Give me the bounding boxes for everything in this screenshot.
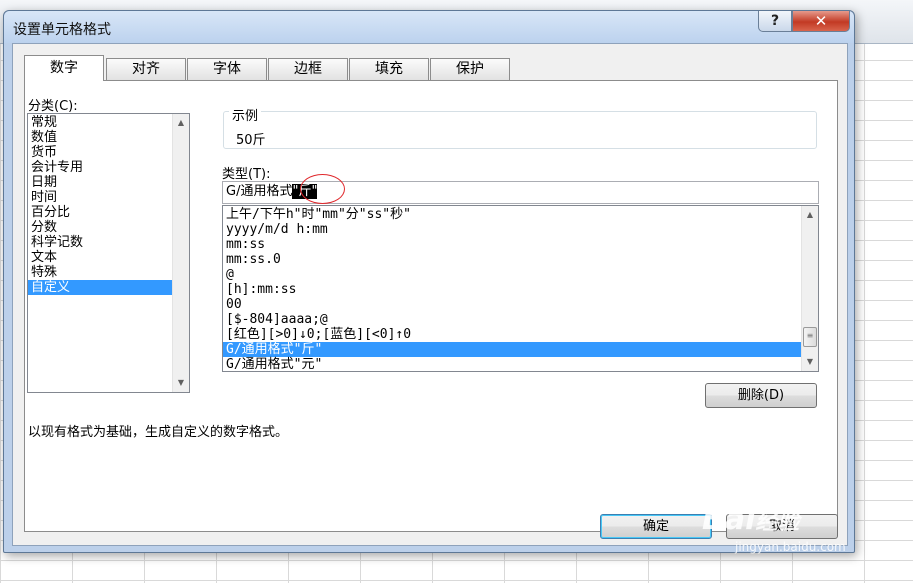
type-item-selected[interactable]: G/通用格式"斤" [223, 342, 801, 357]
category-item[interactable]: 货币 [28, 145, 189, 160]
category-item-selected[interactable]: 自定义 [28, 280, 182, 295]
category-item[interactable]: 文本 [28, 250, 189, 265]
type-item[interactable]: [h]:mm:ss [223, 282, 818, 297]
tab-number[interactable]: 数字 [24, 55, 104, 81]
category-item[interactable]: 特殊 [28, 265, 189, 280]
scroll-down-icon[interactable]: ▼ [802, 354, 818, 370]
type-label: 类型(T): [222, 167, 271, 182]
tab-fill[interactable]: 填充 [349, 58, 429, 80]
type-item[interactable]: G/通用格式"元" [223, 357, 818, 371]
sample-groupbox [223, 111, 817, 149]
category-item[interactable]: 分数 [28, 220, 189, 235]
type-item[interactable]: [$-804]aaaa;@ [223, 312, 818, 327]
description-text: 以现有格式为基础，生成自定义的数字格式。 [28, 425, 289, 440]
scroll-thumb[interactable]: ≡ [803, 327, 817, 347]
category-label: 分类(C): [28, 99, 78, 114]
type-item[interactable]: mm:ss.0 [223, 252, 818, 267]
type-item[interactable]: [红色][>0]↓0;[蓝色][<0]↑0 [223, 327, 818, 342]
dialog-title: 设置单元格格式 [13, 22, 111, 38]
tab-protection[interactable]: 保护 [430, 58, 510, 80]
format-cells-dialog: 设置单元格格式 ? ✕ 数字 对齐 字体 边框 填充 保护 分类(C): 常规 … [3, 10, 855, 553]
tab-border[interactable]: 边框 [268, 58, 348, 80]
watermark-logo: Bai经验 [702, 502, 800, 537]
category-scrollbar[interactable]: ▲ ▼ [172, 114, 189, 392]
scroll-down-icon[interactable]: ▼ [173, 375, 189, 391]
close-icon: ✕ [814, 12, 828, 30]
red-circle-annotation [300, 174, 345, 204]
tab-font[interactable]: 字体 [187, 58, 267, 80]
ok-button[interactable]: 确定 [600, 514, 712, 539]
type-item[interactable]: @ [223, 267, 818, 282]
help-button[interactable]: ? [758, 11, 792, 32]
category-item[interactable]: 常规 [28, 115, 189, 130]
category-item[interactable]: 时间 [28, 190, 189, 205]
category-item[interactable]: 日期 [28, 175, 189, 190]
sample-label: 示例 [229, 105, 262, 124]
scroll-up-icon[interactable]: ▲ [802, 207, 818, 223]
type-item[interactable]: yyyy/m/d h:mm [223, 222, 818, 237]
close-button[interactable]: ✕ [792, 11, 850, 32]
type-item[interactable]: 00 [223, 297, 818, 312]
tab-alignment[interactable]: 对齐 [106, 58, 186, 80]
type-item[interactable]: 上午/下午h"时"mm"分"ss"秒" [223, 207, 818, 222]
category-item[interactable]: 会计专用 [28, 160, 189, 175]
help-icon: ? [770, 13, 780, 29]
watermark-url: jingyan.baidu.com [735, 540, 846, 554]
delete-button[interactable]: 删除(D) [705, 383, 817, 408]
sample-value: 50斤 [236, 133, 266, 148]
type-listbox[interactable]: 上午/下午h"时"mm"分"ss"秒" yyyy/m/d h:mm mm:ss … [222, 205, 819, 372]
category-listbox[interactable]: 常规 数值 货币 会计专用 日期 时间 百分比 分数 科学记数 文本 特殊 自定… [27, 113, 190, 393]
type-scrollbar[interactable]: ▲ ≡ ▼ [801, 206, 818, 371]
scroll-up-icon[interactable]: ▲ [173, 115, 189, 131]
category-item[interactable]: 数值 [28, 130, 189, 145]
type-item[interactable]: mm:ss [223, 237, 818, 252]
dialog-body: 数字 对齐 字体 边框 填充 保护 分类(C): 常规 数值 货币 会计专用 日… [12, 43, 848, 546]
category-item[interactable]: 科学记数 [28, 235, 189, 250]
number-tab-panel: 分类(C): 常规 数值 货币 会计专用 日期 时间 百分比 分数 科学记数 文… [24, 80, 838, 532]
category-item[interactable]: 百分比 [28, 205, 189, 220]
dialog-titlebar[interactable]: 设置单元格格式 ? ✕ [4, 11, 854, 43]
type-input-prefix: G/通用格式 [226, 184, 293, 199]
